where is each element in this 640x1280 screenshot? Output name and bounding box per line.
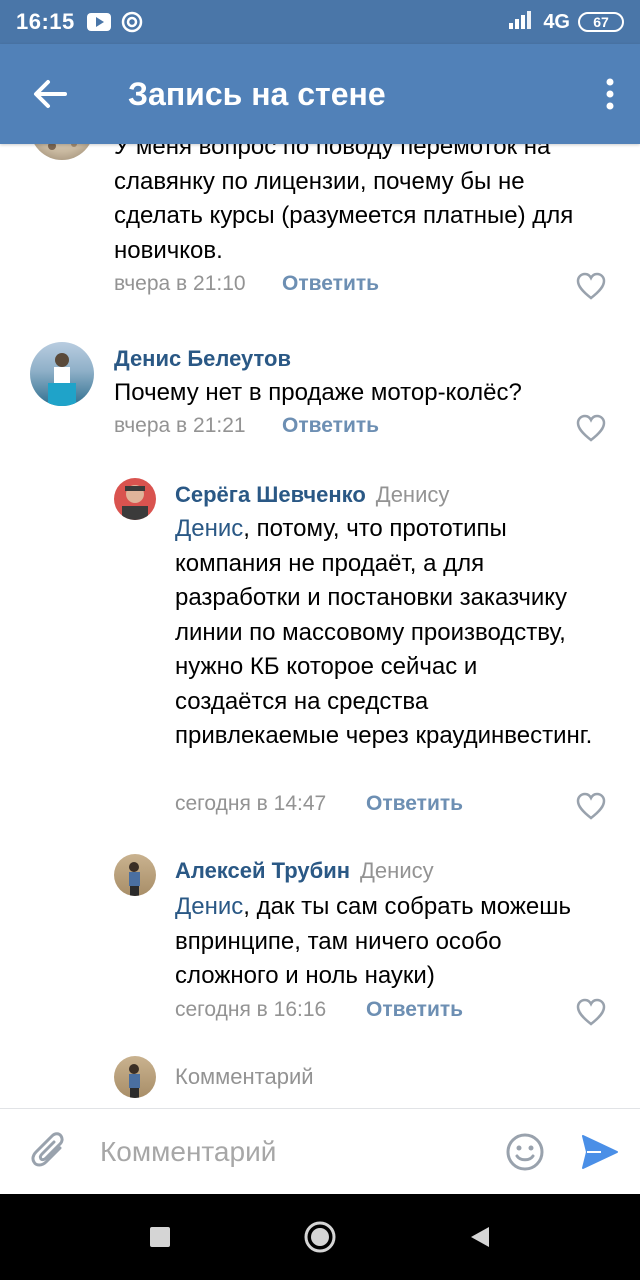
emoji-button[interactable] xyxy=(490,1109,560,1195)
inline-comment-placeholder[interactable]: Комментарий xyxy=(175,1064,314,1090)
app-header: Запись на стене xyxy=(0,44,640,144)
more-menu-button[interactable] xyxy=(580,44,640,144)
comment-time: вчера в 21:10 xyxy=(114,272,246,295)
comment-text: У меня вопрос по поводу перемоток на сла… xyxy=(114,144,574,264)
reply-button[interactable]: Ответить xyxy=(366,998,463,1022)
author-name[interactable]: Алексей Трубин xyxy=(175,858,350,883)
back-nav-button[interactable] xyxy=(450,1207,510,1267)
comment-composer xyxy=(0,1108,640,1194)
avatar[interactable] xyxy=(114,478,156,520)
avatar xyxy=(114,1056,156,1098)
square-icon xyxy=(150,1227,170,1247)
back-button[interactable] xyxy=(0,44,100,144)
mention-link[interactable]: Денис xyxy=(175,893,243,920)
reply-to-label: Денису xyxy=(360,858,434,883)
avatar[interactable] xyxy=(30,144,94,160)
home-circle-icon xyxy=(304,1221,336,1253)
system-nav-bar xyxy=(0,1194,640,1280)
comment-body: , потому, что прототипы компания не прод… xyxy=(175,515,593,749)
comment-item: У меня вопрос по поводу перемоток на сла… xyxy=(0,144,640,314)
paperclip-icon xyxy=(31,1131,64,1166)
signal-icon xyxy=(509,9,535,35)
comment-item: Денис Белеутов Почему нет в продаже мото… xyxy=(0,334,640,444)
send-icon xyxy=(582,1134,618,1169)
arrow-left-icon xyxy=(34,80,67,108)
reply-comment-item: Серёга Шевченко Денису Денис, потому, что… xyxy=(0,474,640,824)
comment-author[interactable]: Алексей Трубин Денису xyxy=(175,858,434,884)
reply-button[interactable]: Ответить xyxy=(282,272,379,296)
app-icon xyxy=(121,11,143,33)
comments-list[interactable]: У меня вопрос по поводу перемоток на сла… xyxy=(0,144,640,1108)
youtube-icon xyxy=(86,13,111,31)
avatar[interactable] xyxy=(114,854,156,896)
mention-link[interactable]: Денис xyxy=(175,515,243,542)
comment-text: Денис, потому, что прототипы компания не… xyxy=(175,512,595,754)
reply-to-label: Денису xyxy=(375,482,450,507)
reply-button[interactable]: Ответить xyxy=(282,414,379,438)
network-type: 4G xyxy=(543,10,570,33)
reply-comment-item: Алексей Трубин Денису Денис, дак ты сам с… xyxy=(0,850,640,1040)
comment-author[interactable]: Денис Белеутов xyxy=(114,346,291,372)
comment-input[interactable] xyxy=(100,1121,490,1182)
heart-icon[interactable] xyxy=(576,998,606,1026)
comment-time: сегодня в 16:16 xyxy=(175,998,327,1021)
status-time: 16:15 xyxy=(16,9,75,34)
page-title: Запись на стене xyxy=(128,75,386,112)
heart-icon[interactable] xyxy=(576,792,606,820)
triangle-back-icon xyxy=(471,1227,489,1247)
author-name[interactable]: Серёга Шевченко xyxy=(175,482,366,507)
attach-button[interactable] xyxy=(0,1109,100,1195)
recents-button[interactable] xyxy=(130,1207,190,1267)
comment-text: Почему нет в продаже мотор-колёс? xyxy=(114,379,522,406)
send-button[interactable] xyxy=(560,1109,640,1195)
reply-button[interactable]: Ответить xyxy=(366,792,463,816)
comment-time: вчера в 21:21 xyxy=(114,414,246,437)
comment-text: Денис, дак ты сам собрать можешь впринци… xyxy=(175,890,595,994)
heart-icon[interactable] xyxy=(576,414,606,442)
home-button[interactable] xyxy=(290,1207,350,1267)
heart-icon[interactable] xyxy=(576,272,606,300)
inline-comment-field[interactable]: Комментарий xyxy=(0,1050,640,1102)
avatar[interactable] xyxy=(30,342,94,406)
status-bar: 16:15 4G 67 xyxy=(0,0,640,44)
more-vertical-icon xyxy=(606,78,614,110)
comment-author[interactable]: Серёга Шевченко Денису xyxy=(175,482,449,508)
comment-time: сегодня в 14:47 xyxy=(175,792,327,815)
smile-icon xyxy=(506,1133,544,1170)
battery-icon: 67 xyxy=(578,12,624,32)
